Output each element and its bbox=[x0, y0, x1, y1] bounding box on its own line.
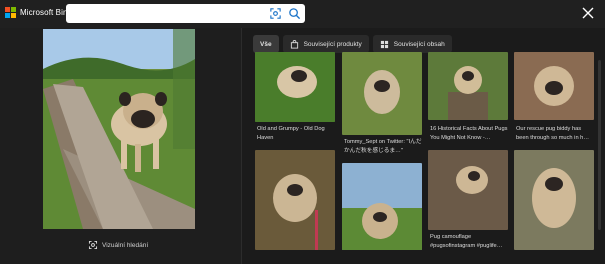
tab-all-label: Vše bbox=[260, 40, 272, 48]
search-input[interactable] bbox=[66, 4, 305, 23]
tab-related-products[interactable]: Související produkty bbox=[282, 35, 369, 53]
tab-all[interactable]: Vše bbox=[253, 35, 279, 53]
shopping-bag-icon bbox=[290, 39, 298, 49]
bing-logo[interactable]: Microsoft Bing bbox=[5, 7, 72, 18]
visual-search-icon bbox=[88, 240, 98, 250]
result-thumbnail[interactable] bbox=[342, 52, 422, 135]
tab-related-content[interactable]: Související obsah bbox=[372, 35, 452, 53]
brand-label: Microsoft Bing bbox=[20, 8, 73, 17]
visual-search-label: Vizuální hledání bbox=[102, 241, 149, 249]
microsoft-logo-icon bbox=[5, 7, 16, 18]
tab-related-products-label: Související produkty bbox=[303, 40, 362, 48]
result-thumbnail[interactable] bbox=[514, 150, 594, 250]
top-bar: Microsoft Bing bbox=[0, 0, 605, 28]
close-icon[interactable] bbox=[581, 6, 595, 20]
panel-divider bbox=[241, 28, 242, 264]
result-thumbnail[interactable] bbox=[514, 52, 594, 120]
result-caption: Tommy_Sept on Twitter: "Ⅰんだかんだ秋を感じるま…" bbox=[344, 139, 422, 154]
result-thumbnail[interactable] bbox=[428, 52, 508, 120]
search-icon[interactable] bbox=[288, 7, 301, 20]
collection-icon bbox=[380, 40, 388, 48]
tab-related-content-label: Související obsah bbox=[393, 40, 445, 48]
result-caption: Our rescue pug biddy has been through so… bbox=[516, 126, 590, 141]
result-tabs: Vše Související produkty Související obs… bbox=[253, 35, 452, 53]
result-thumbnail[interactable] bbox=[342, 163, 422, 250]
result-caption: 16 Historical Facts About Pugs You Might… bbox=[430, 126, 508, 141]
scrollbar[interactable] bbox=[598, 60, 601, 230]
result-thumbnail[interactable] bbox=[255, 150, 335, 250]
result-thumbnail[interactable] bbox=[255, 52, 335, 122]
result-thumbnail[interactable] bbox=[428, 150, 508, 230]
result-caption: Old and Grumpy - Old Dog Haven bbox=[257, 126, 325, 141]
preview-image[interactable] bbox=[43, 29, 195, 229]
visual-search-button[interactable]: Vizuální hledání bbox=[88, 240, 148, 250]
result-caption: Pug camouflage #pugsofinstagram #puglife… bbox=[430, 234, 503, 249]
visual-search-icon[interactable] bbox=[269, 7, 282, 20]
